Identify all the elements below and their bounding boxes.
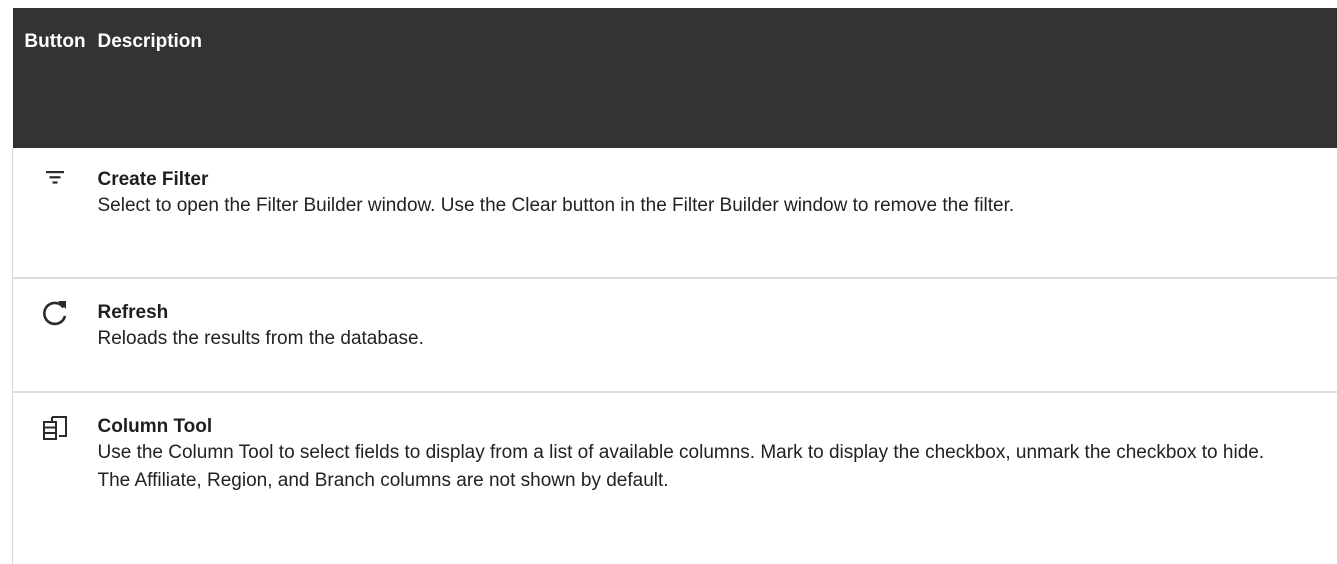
icon-cell: [13, 392, 98, 564]
column-header-button: Button: [13, 8, 98, 148]
column-tool-icon: [40, 413, 70, 448]
item-description: Select to open the Filter Builder window…: [98, 192, 1298, 220]
description-cell: Refresh Reloads the results from the dat…: [98, 278, 1337, 392]
item-title: Refresh: [98, 301, 1298, 325]
table-header-row: Button Description: [13, 8, 1337, 148]
item-title: Column Tool: [98, 415, 1298, 439]
refresh-icon: [39, 297, 71, 334]
table-row: Refresh Reloads the results from the dat…: [13, 278, 1337, 392]
button-description-table: Button Description Create Filter: [12, 8, 1337, 564]
icon-cell: [13, 148, 98, 278]
table-header: Button Description: [13, 8, 1337, 148]
description-cell: Column Tool Use the Column Tool to selec…: [98, 392, 1337, 564]
page: Button Description Create Filter: [0, 0, 1337, 554]
table-row: Create Filter Select to open the Filter …: [13, 148, 1337, 278]
filter-icon: [43, 168, 67, 191]
item-title: Create Filter: [98, 168, 1298, 192]
icon-cell: [13, 278, 98, 392]
column-header-description: Description: [98, 8, 1337, 148]
description-cell: Create Filter Select to open the Filter …: [98, 148, 1337, 278]
item-description: Use the Column Tool to select fields to …: [98, 439, 1298, 495]
table-body: Create Filter Select to open the Filter …: [13, 148, 1337, 564]
item-description: Reloads the results from the database.: [98, 325, 1298, 353]
table-row: Column Tool Use the Column Tool to selec…: [13, 392, 1337, 564]
